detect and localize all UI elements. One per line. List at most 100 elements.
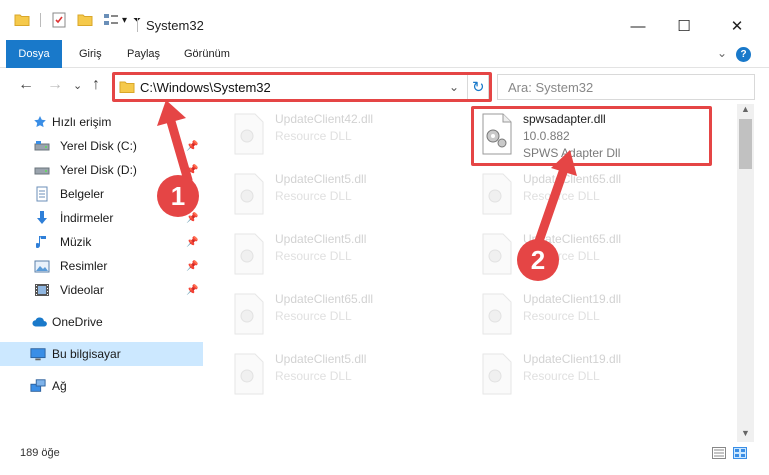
sidebar-item-label: Yerel Disk (C:)	[60, 139, 137, 153]
computer-icon	[30, 346, 46, 362]
forward-button[interactable]: →	[47, 76, 63, 94]
file-description: Resource DLL	[275, 369, 352, 383]
file-name: UpdateClient19.dll	[523, 352, 622, 366]
large-icons-view-icon[interactable]	[733, 447, 747, 459]
sidebar-item-quick-access[interactable]: Hızlı erişim	[0, 110, 203, 134]
file-description: Resource DLL	[523, 369, 600, 383]
navigation-bar: ← → ⌄ ↑ C:\Windows\System32 ⌄ ↻ Ara: Sys…	[0, 68, 769, 104]
back-button[interactable]: ←	[18, 76, 34, 94]
file-highlight-box	[471, 106, 712, 166]
sidebar-item-this-pc[interactable]: Bu bilgisayar	[0, 342, 203, 366]
list-item[interactable]: UpdateClient65.dll Resource DLL	[477, 228, 717, 282]
tab-view[interactable]: Görünüm	[184, 40, 230, 68]
sidebar-item-label: Belgeler	[60, 187, 105, 201]
pin-icon[interactable]: 📌	[186, 141, 198, 152]
help-icon[interactable]: ?	[736, 47, 751, 62]
scrollbar-thumb[interactable]	[739, 119, 752, 169]
folder-icon[interactable]	[14, 13, 30, 27]
sidebar-item-label: Ağ	[52, 379, 67, 393]
pin-icon[interactable]: 📌	[186, 237, 198, 248]
drive-icon	[34, 138, 50, 154]
sidebar-item-label: OneDrive	[52, 315, 103, 329]
downloads-icon	[34, 210, 50, 226]
item-count: 189 öğe	[20, 447, 60, 459]
list-item[interactable]: UpdateClient19.dll Resource DLL	[477, 348, 717, 402]
onedrive-icon	[32, 314, 48, 330]
file-name: UpdateClient5.dll	[275, 172, 367, 186]
scroll-up-icon[interactable]: ▲	[741, 104, 750, 114]
sidebar-item-local-disk-c[interactable]: Yerel Disk (C:) 📌	[0, 134, 203, 158]
list-item[interactable]: UpdateClient5.dll Resource DLL	[229, 168, 469, 222]
view-dropdown-icon[interactable]: ▾	[122, 15, 127, 26]
file-description: Resource DLL	[523, 189, 600, 203]
sidebar-item-label: Yerel Disk (D:)	[60, 163, 137, 177]
dll-file-icon	[234, 173, 264, 215]
dll-file-icon	[482, 353, 512, 395]
list-item[interactable]: UpdateClient65.dll Resource DLL	[477, 168, 717, 222]
list-item[interactable]: UpdateClient42.dll Resource DLL	[229, 108, 469, 162]
pin-icon[interactable]: 📌	[186, 261, 198, 272]
status-bar: 189 öğe	[0, 442, 769, 475]
sidebar-item-videos[interactable]: Videolar 📌	[0, 278, 203, 302]
network-icon	[30, 378, 46, 394]
list-item[interactable]: UpdateClient19.dll Resource DLL	[477, 288, 717, 342]
list-item[interactable]: UpdateClient5.dll Resource DLL	[229, 348, 469, 402]
expand-ribbon-icon[interactable]: ⌄	[717, 46, 727, 60]
pin-icon[interactable]: 📌	[186, 165, 198, 176]
sidebar-item-label: Bu bilgisayar	[52, 347, 121, 361]
music-icon	[34, 234, 50, 250]
search-box[interactable]: Ara: System32	[497, 74, 755, 100]
list-item[interactable]: UpdateClient65.dll Resource DLL	[229, 288, 469, 342]
sidebar-item-label: İndirmeler	[60, 211, 114, 225]
close-button[interactable]: ✕	[714, 12, 760, 40]
view-icon[interactable]	[103, 13, 119, 27]
file-name: UpdateClient42.dll	[275, 112, 374, 126]
recent-locations-button[interactable]: ⌄	[73, 79, 82, 92]
sidebar-item-label: Resimler	[60, 259, 108, 273]
dll-file-icon	[482, 233, 512, 275]
window-title: System32	[146, 18, 204, 33]
quick-access-toolbar: ▾ ⏷	[14, 12, 141, 28]
sidebar-item-label: Videolar	[60, 283, 104, 297]
sidebar-item-pictures[interactable]: Resimler 📌	[0, 254, 203, 278]
star-icon	[32, 114, 48, 130]
scroll-down-icon[interactable]: ▼	[741, 428, 750, 438]
new-folder-icon[interactable]	[77, 13, 93, 27]
sidebar-item-onedrive[interactable]: OneDrive	[0, 310, 203, 334]
dll-file-icon	[234, 353, 264, 395]
file-description: Resource DLL	[523, 309, 600, 323]
properties-icon[interactable]	[51, 12, 67, 28]
dll-file-icon	[234, 233, 264, 275]
maximize-button[interactable]: ☐	[661, 12, 707, 40]
file-name: UpdateClient19.dll	[523, 292, 622, 306]
pin-icon[interactable]: 📌	[186, 285, 198, 296]
file-description: Resource DLL	[275, 189, 352, 203]
search-input[interactable]: Ara: System32	[508, 80, 593, 95]
documents-icon	[34, 186, 50, 202]
file-name: UpdateClient65.dll	[523, 172, 622, 186]
file-description: Resource DLL	[275, 309, 352, 323]
file-name: UpdateClient5.dll	[275, 352, 367, 366]
dll-file-icon	[482, 293, 512, 335]
vertical-scrollbar[interactable]: ▲ ▼	[737, 104, 754, 442]
up-button[interactable]: ↑	[92, 76, 100, 94]
step-1-badge: 1	[157, 175, 199, 217]
tab-share[interactable]: Paylaş	[127, 40, 160, 68]
title-bar: ▾ ⏷ System32 — ☐ ✕	[0, 0, 769, 40]
list-item[interactable]: UpdateClient5.dll Resource DLL	[229, 228, 469, 282]
pictures-icon	[34, 258, 50, 274]
step-2-badge: 2	[517, 239, 559, 281]
sidebar-item-network[interactable]: Ağ	[0, 374, 203, 398]
dll-file-icon	[234, 293, 264, 335]
title-separator	[137, 18, 138, 32]
file-description: Resource DLL	[275, 129, 352, 143]
dll-file-icon	[234, 113, 264, 155]
sidebar-item-music[interactable]: Müzik 📌	[0, 230, 203, 254]
details-view-icon[interactable]	[712, 447, 726, 459]
file-name: UpdateClient65.dll	[275, 292, 374, 306]
tab-home[interactable]: Giriş	[79, 40, 102, 68]
drive-icon	[34, 162, 50, 178]
file-name: UpdateClient5.dll	[275, 232, 367, 246]
minimize-button[interactable]: —	[615, 12, 661, 40]
address-highlight-box	[112, 72, 492, 102]
